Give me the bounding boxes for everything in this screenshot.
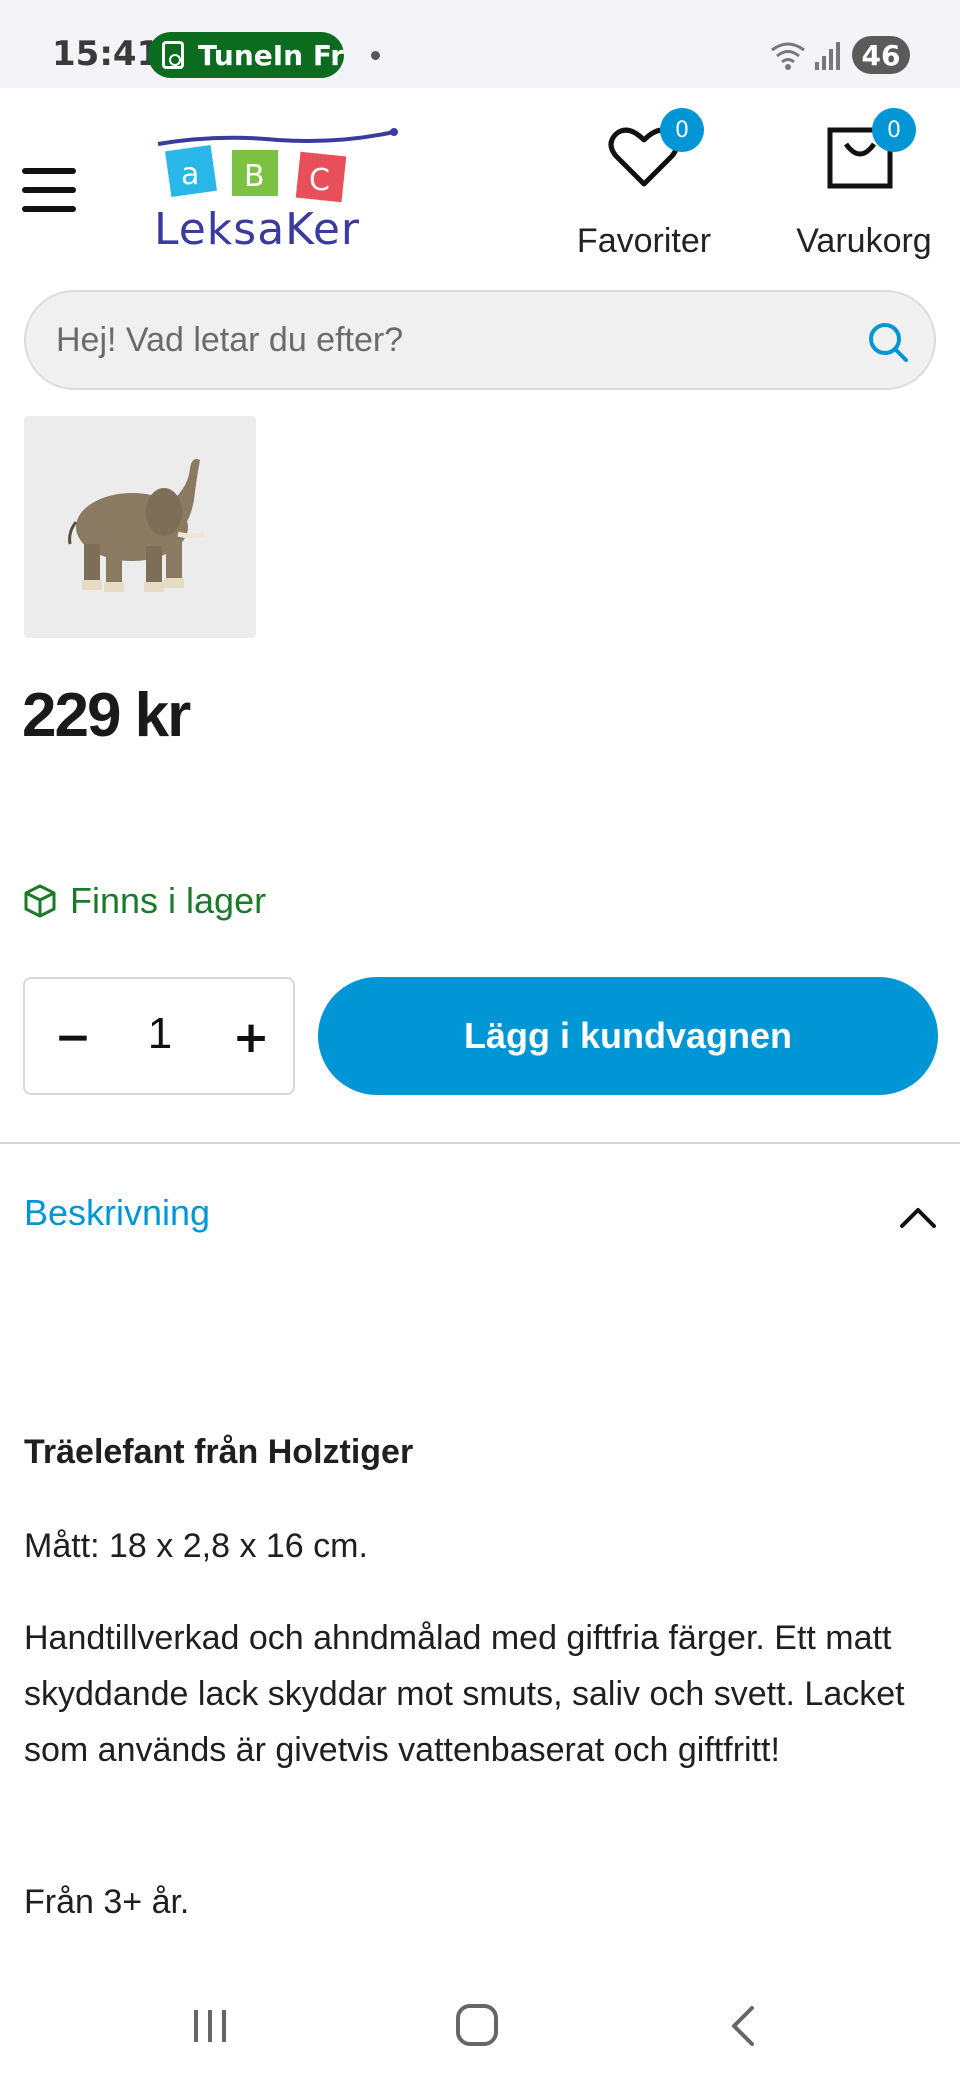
increase-quantity-button[interactable]: + <box>221 1007 281 1067</box>
site-logo[interactable]: a B C LeksaKer <box>148 126 408 256</box>
description-body: Handtillverkad och ahndmålad med giftfri… <box>24 1619 905 1769</box>
box-icon <box>24 884 56 918</box>
media-pill[interactable]: TuneIn Fr <box>148 32 344 78</box>
product-price: 229 kr <box>22 681 191 750</box>
section-divider <box>0 1142 960 1144</box>
speaker-icon <box>162 41 184 69</box>
site-header: a B C LeksaKer 0 Favoriter 0 Varukorg <box>0 88 960 288</box>
description-title: Träelefant från Holztiger <box>24 1433 414 1471</box>
cart-label: Varukorg <box>796 222 932 260</box>
elephant-image <box>68 459 205 592</box>
svg-text:B: B <box>244 159 265 194</box>
cart-button[interactable]: 0 Varukorg <box>786 108 938 268</box>
wifi-icon <box>771 42 805 70</box>
search-input[interactable] <box>56 292 856 388</box>
search-icon[interactable] <box>866 320 910 364</box>
media-app-label: TuneIn Fr <box>197 38 344 72</box>
home-icon[interactable] <box>456 2004 498 2046</box>
svg-text:a: a <box>181 157 199 192</box>
favorites-label: Favoriter <box>576 222 712 260</box>
svg-text:C: C <box>309 163 330 198</box>
description-heading: Beskrivning <box>24 1192 211 1233</box>
status-time: 15:41 <box>52 34 161 74</box>
svg-text:LeksaKer: LeksaKer <box>154 204 360 255</box>
add-to-cart-button[interactable]: Lägg i kundvagnen <box>318 977 938 1095</box>
quantity-stepper: − 1 + <box>23 977 295 1095</box>
signal-icon <box>815 42 840 70</box>
system-nav-bar <box>0 1970 960 2080</box>
menu-icon[interactable] <box>22 168 76 212</box>
status-bar: 15:41 TuneIn Fr 46 <box>0 0 960 88</box>
description-accordion-header[interactable]: Beskrivning <box>0 1160 960 1270</box>
description-dimensions: Mått: 18 x 2,8 x 16 cm. <box>24 1527 368 1565</box>
search-bar <box>24 290 936 390</box>
battery-indicator: 46 <box>852 36 910 74</box>
favorites-count-badge: 0 <box>660 108 704 152</box>
quantity-value[interactable]: 1 <box>125 1009 195 1059</box>
back-icon[interactable] <box>728 2004 758 2048</box>
favorites-button[interactable]: 0 Favoriter <box>568 108 720 268</box>
notification-dot <box>371 51 380 60</box>
cart-count-badge: 0 <box>872 108 916 152</box>
recent-apps-icon[interactable] <box>190 2006 230 2046</box>
chevron-up-icon[interactable] <box>898 1202 938 1230</box>
decrease-quantity-button[interactable]: − <box>43 1007 103 1067</box>
stock-status: Finns i lager <box>22 880 266 922</box>
description-age: Från 3+ år. <box>24 1883 190 1921</box>
stock-label: Finns i lager <box>70 880 267 921</box>
product-thumbnail[interactable] <box>24 416 256 638</box>
